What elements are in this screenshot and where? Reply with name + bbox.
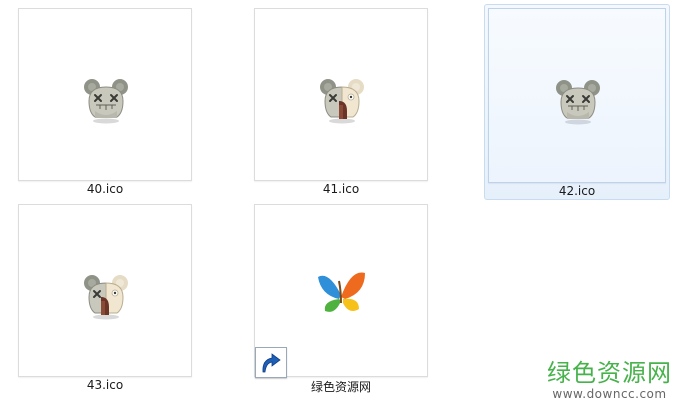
file-tile-40[interactable]: 40.ico xyxy=(16,6,194,198)
file-thumbnail[interactable] xyxy=(254,204,428,378)
file-name-label: 绿色资源网 xyxy=(310,380,371,394)
file-thumbnail[interactable] xyxy=(18,8,192,181)
file-name-label: 42.ico xyxy=(558,184,596,198)
kaws-companion-flayed-icon xyxy=(320,79,364,124)
kaws-companion-icon xyxy=(556,80,600,125)
file-name-label: 40.ico xyxy=(86,182,124,196)
file-thumbnail[interactable] xyxy=(488,8,666,183)
watermark-title: 绿色资源网 xyxy=(547,359,672,387)
msn-butterfly-icon xyxy=(318,272,365,312)
watermark-url: www.downcc.com xyxy=(552,387,667,401)
kaws-companion-flayed-icon xyxy=(84,275,128,320)
file-tile-41[interactable]: 41.ico xyxy=(252,6,430,198)
file-thumbnail[interactable] xyxy=(254,8,428,181)
file-name-label: 41.ico xyxy=(322,182,360,196)
file-tile-shortcut[interactable]: 绿色资源网 xyxy=(252,202,430,396)
file-tile-43[interactable]: 43.ico xyxy=(16,202,194,396)
shortcut-overlay xyxy=(255,347,287,378)
file-tile-42[interactable]: 42.ico xyxy=(484,4,670,200)
file-name-label: 43.ico xyxy=(86,378,124,392)
shortcut-arrow-icon xyxy=(262,353,281,373)
file-thumbnail[interactable] xyxy=(18,204,192,377)
kaws-companion-icon xyxy=(84,79,128,124)
site-watermark: 绿色资源网 www.downcc.com xyxy=(547,359,672,401)
